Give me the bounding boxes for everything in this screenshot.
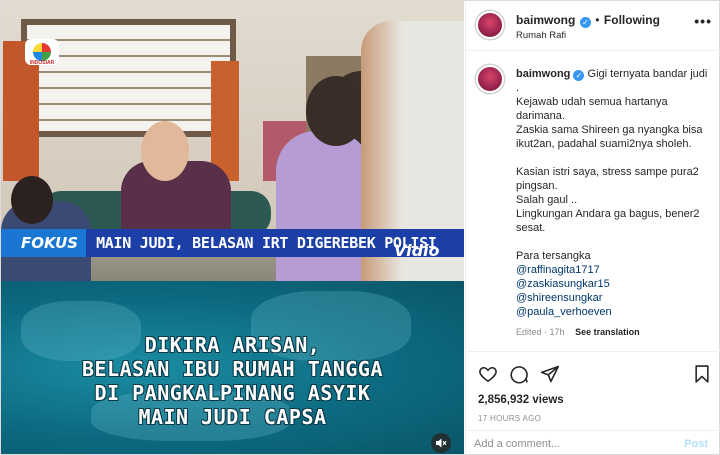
following-button[interactable]: Following xyxy=(604,13,660,27)
caption-line: Kasian istri saya, stress sampe pura2 pi… xyxy=(516,166,699,192)
location-link[interactable]: Rumah Rafi xyxy=(516,30,566,41)
more-options-icon[interactable]: ••• xyxy=(694,13,712,29)
verified-badge-icon: ✓ xyxy=(579,17,591,28)
station-tag: INDOSIAR xyxy=(29,60,55,66)
ticker-headline: MAIN JUDI, BELASAN IRT DIGEREBEK POLISI xyxy=(96,234,437,252)
mute-button[interactable] xyxy=(431,433,451,453)
post-sidebar: baimwong ✓ • Following Rumah Rafi ••• ba… xyxy=(465,1,720,455)
comments-area[interactable]: baimwong ✓ Gigi ternyata bandar judi . K… xyxy=(466,51,720,351)
caption-username[interactable]: baimwong xyxy=(516,68,570,80)
mention-link[interactable]: @zaskiasungkar15 xyxy=(516,277,712,291)
speaker-muted-icon xyxy=(436,438,447,448)
background-window xyxy=(21,19,236,137)
comment-icon[interactable] xyxy=(509,364,529,384)
caption-line: Kejawab udah semua hartanya darimana. xyxy=(516,96,668,122)
mention-link[interactable]: @raffinagita1717 xyxy=(516,263,712,277)
caption-meta: Edited · 17h See translation xyxy=(516,327,640,337)
action-bar: 2,856,932 views 17 HOURS AGO Post xyxy=(466,351,720,455)
tersangka-label: Para tersangka xyxy=(516,250,591,262)
post-media[interactable]: INDOSIAR FOKUS MAIN JUDI, BELASAN IRT DI… xyxy=(1,1,464,454)
vidio-watermark: Vidio xyxy=(394,241,440,260)
edited-timestamp: Edited · 17h xyxy=(516,327,565,337)
post-comment-button[interactable]: Post xyxy=(684,438,708,450)
bookmark-icon[interactable] xyxy=(692,364,712,384)
ticker-brand: FOKUS xyxy=(1,229,87,257)
caption-headline: DIKIRA ARISAN, BELASAN IBU RUMAH TANGGA … xyxy=(82,333,383,429)
view-count[interactable]: 2,856,932 views xyxy=(478,394,564,406)
heart-icon[interactable] xyxy=(478,364,498,384)
header-separator: • xyxy=(595,13,600,27)
avatar[interactable] xyxy=(476,11,504,39)
verified-badge-icon: ✓ xyxy=(573,70,585,81)
caption-card: DIKIRA ARISAN, BELASAN IBU RUMAH TANGGA … xyxy=(1,281,464,454)
post-time[interactable]: 17 HOURS AGO xyxy=(478,414,541,423)
see-translation-button[interactable]: See translation xyxy=(575,327,640,337)
caption-line: Lingkungan Andara ga bagus, bener2 sesat… xyxy=(516,208,700,234)
caption-line: Zaskia sama Shireen ga nyangka bisa ikut… xyxy=(516,124,703,150)
share-icon[interactable] xyxy=(540,364,560,384)
comment-form: Post xyxy=(466,430,720,455)
post-caption: baimwong ✓ Gigi ternyata bandar judi . K… xyxy=(516,67,712,319)
comment-input[interactable] xyxy=(474,437,644,450)
video-frame[interactable]: INDOSIAR FOKUS MAIN JUDI, BELASAN IRT DI… xyxy=(1,1,464,281)
mention-link[interactable]: @paula_verhoeven xyxy=(516,305,712,319)
post-header: baimwong ✓ • Following Rumah Rafi ••• xyxy=(466,1,720,51)
mention-link[interactable]: @shireensungkar xyxy=(516,291,712,305)
caption-avatar[interactable] xyxy=(476,65,504,93)
header-username[interactable]: baimwong xyxy=(516,13,575,27)
station-logo: INDOSIAR xyxy=(25,39,59,66)
caption-line: Salah gaul .. xyxy=(516,194,578,206)
